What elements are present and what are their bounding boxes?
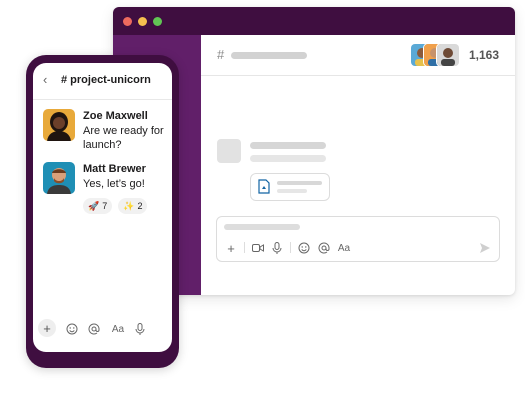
message-avatar-placeholder bbox=[217, 139, 241, 163]
send-icon[interactable] bbox=[479, 241, 491, 255]
message-text-placeholder bbox=[250, 155, 326, 162]
channel-name-placeholder bbox=[231, 52, 307, 59]
mobile-phone: ‹ # project-unicorn Zoe Maxwell Are we r… bbox=[26, 55, 179, 368]
toolbar-divider bbox=[244, 242, 245, 253]
composer-input-placeholder[interactable] bbox=[224, 224, 300, 230]
channel-hash-icon: # bbox=[217, 47, 225, 62]
sender-name[interactable]: Zoe Maxwell bbox=[83, 110, 148, 122]
mobile-channel-header: ‹ # project-unicorn bbox=[33, 63, 172, 100]
reaction-rocket[interactable]: 🚀 7 bbox=[83, 198, 113, 214]
matt-avatar[interactable] bbox=[43, 162, 75, 194]
mention-icon[interactable] bbox=[87, 322, 101, 336]
file-name-placeholder bbox=[277, 181, 322, 185]
mobile-composer[interactable]: + Aa bbox=[33, 311, 172, 352]
reaction-count: 2 bbox=[137, 201, 143, 211]
message-text: Yes, let’s go! bbox=[83, 178, 145, 190]
format-text-button[interactable]: Aa bbox=[110, 322, 126, 336]
window-titlebar bbox=[113, 7, 515, 35]
mobile-screen: ‹ # project-unicorn Zoe Maxwell Are we r… bbox=[33, 63, 172, 352]
close-window-button[interactable] bbox=[123, 17, 132, 26]
microphone-icon[interactable] bbox=[133, 322, 147, 336]
microphone-icon[interactable] bbox=[270, 241, 284, 255]
reaction-sparkles[interactable]: ✨ 2 bbox=[118, 198, 148, 214]
emoji-icon[interactable] bbox=[297, 241, 311, 255]
sender-name[interactable]: Matt Brewer bbox=[83, 163, 146, 175]
channel-title: # project-unicorn bbox=[61, 74, 151, 86]
video-icon[interactable] bbox=[251, 241, 265, 255]
file-meta-placeholder bbox=[277, 189, 307, 193]
message-composer[interactable]: + Aa bbox=[216, 216, 500, 262]
add-attachment-button[interactable]: + bbox=[38, 319, 56, 337]
maximize-window-button[interactable] bbox=[153, 17, 162, 26]
toolbar-divider bbox=[290, 242, 291, 253]
mention-icon[interactable] bbox=[317, 241, 331, 255]
rocket-icon: 🚀 bbox=[88, 200, 100, 211]
message-text: Are we ready for launch? bbox=[83, 125, 164, 151]
member-avatars[interactable] bbox=[410, 43, 462, 67]
minimize-window-button[interactable] bbox=[138, 17, 147, 26]
member-avatar bbox=[436, 43, 460, 67]
sparkles-icon: ✨ bbox=[123, 200, 135, 211]
format-text-button[interactable]: Aa bbox=[336, 241, 352, 255]
zoe-avatar[interactable] bbox=[43, 109, 75, 141]
emoji-icon[interactable] bbox=[65, 322, 79, 336]
message-name-placeholder bbox=[250, 142, 326, 149]
channel-header: # 1,163 bbox=[201, 35, 515, 76]
member-count[interactable]: 1,163 bbox=[469, 48, 499, 62]
back-arrow-icon[interactable]: ‹ bbox=[43, 72, 47, 87]
reaction-count: 7 bbox=[102, 201, 108, 211]
reactions: 🚀 7 ✨ 2 bbox=[83, 198, 148, 214]
document-icon bbox=[258, 179, 270, 194]
file-attachment[interactable] bbox=[250, 173, 330, 201]
add-attachment-button[interactable]: + bbox=[224, 241, 238, 256]
